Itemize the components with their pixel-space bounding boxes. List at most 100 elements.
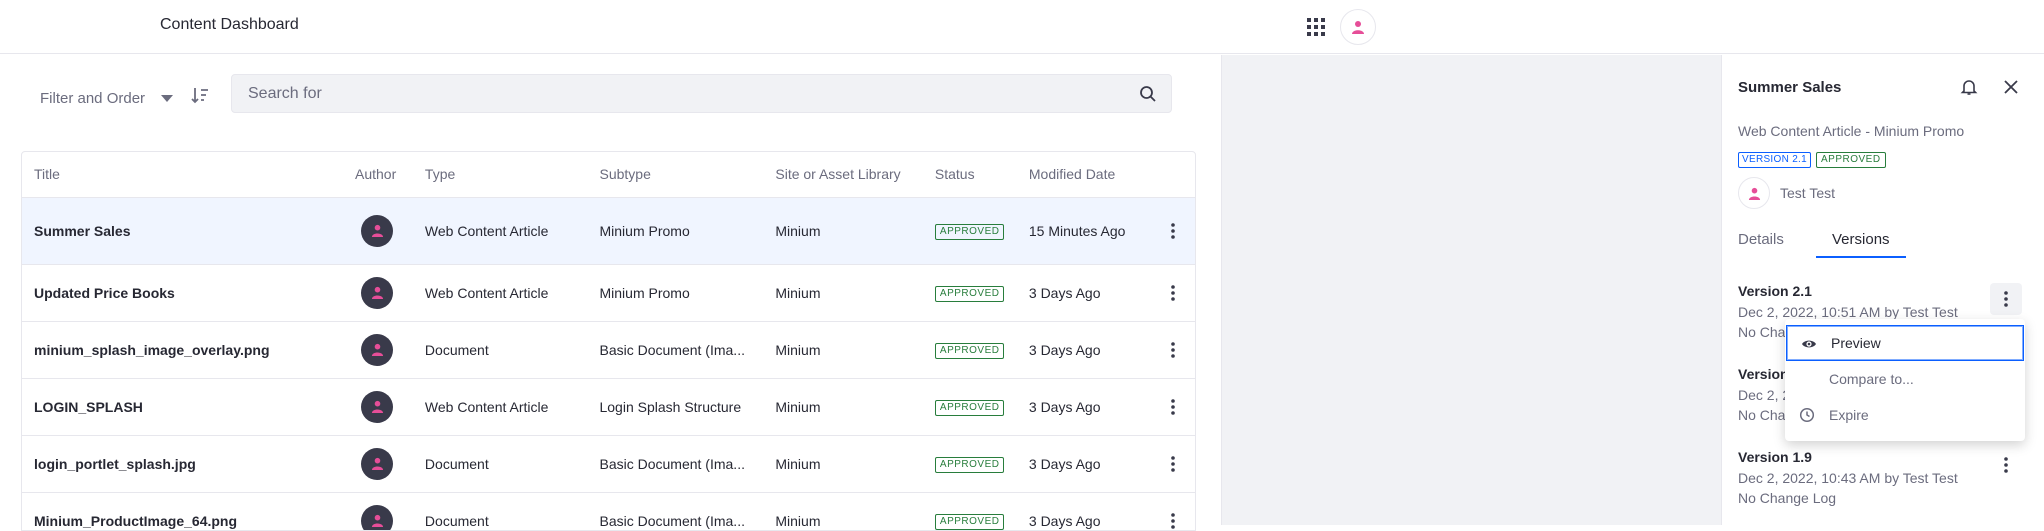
row-subtype: Minium Promo: [587, 197, 763, 264]
row-subtype: Login Splash Structure: [587, 378, 763, 435]
row-actions-button[interactable]: [1163, 509, 1183, 531]
user-icon: [371, 457, 384, 470]
row-site: Minium: [763, 378, 923, 435]
column-header-actions: [1151, 152, 1195, 197]
user-icon: [371, 286, 384, 299]
version-actions-button[interactable]: [1990, 283, 2022, 315]
row-author: [343, 197, 413, 264]
row-title[interactable]: LOGIN_SPLASH: [22, 378, 343, 435]
row-type: Web Content Article: [413, 378, 588, 435]
status-badge: APPROVED: [935, 224, 1005, 240]
row-actions-button[interactable]: [1163, 219, 1183, 243]
panel-subtitle: Web Content Article - Minium Promo: [1738, 123, 1964, 139]
row-modified-date: 15 Minutes Ago: [1017, 197, 1151, 264]
row-actions: [1151, 321, 1195, 378]
row-author: [343, 435, 413, 492]
kebab-icon: [1171, 342, 1175, 358]
content-main: Filter and Order Title Author Type Subty…: [0, 55, 1221, 525]
table-row[interactable]: Minium_ProductImage_64.png DocumentBasic …: [22, 492, 1195, 531]
avatar: [361, 277, 393, 309]
apps-grid-icon[interactable]: [1306, 17, 1326, 37]
empty-area: [1221, 55, 1721, 525]
page-title: Content Dashboard: [160, 16, 299, 34]
user-icon: [1748, 187, 1761, 200]
user-icon: [371, 400, 384, 413]
kebab-icon: [2004, 457, 2008, 473]
row-title[interactable]: login_portlet_splash.jpg: [22, 435, 343, 492]
user-icon: [371, 224, 384, 237]
user-icon: [371, 514, 384, 527]
version-name: Version 1.9: [1738, 449, 1958, 465]
sort-order-icon[interactable]: [190, 85, 212, 107]
avatar: [361, 215, 393, 247]
top-header: Content Dashboard: [0, 0, 2044, 54]
row-author: [343, 492, 413, 531]
status-badge: APPROVED: [935, 286, 1005, 302]
avatar: [361, 334, 393, 366]
column-header-subtype[interactable]: Subtype: [587, 152, 763, 197]
kebab-icon: [1171, 456, 1175, 472]
row-modified-date: 3 Days Ago: [1017, 378, 1151, 435]
row-status: APPROVED: [923, 435, 1017, 492]
search-input[interactable]: [232, 75, 1171, 112]
user-avatar[interactable]: [1340, 9, 1376, 45]
row-author: [343, 378, 413, 435]
kebab-icon: [1171, 223, 1175, 239]
column-header-title[interactable]: Title: [22, 152, 343, 197]
table-row[interactable]: Summer SalesWeb Content ArticleMinium Pr…: [22, 197, 1195, 264]
menu-item-preview[interactable]: Preview: [1786, 325, 2024, 361]
column-header-site[interactable]: Site or Asset Library: [763, 152, 923, 197]
row-site: Minium: [763, 264, 923, 321]
tab-details[interactable]: Details: [1738, 231, 1784, 248]
avatar: [361, 448, 393, 480]
row-title[interactable]: minium_splash_image_overlay.png: [22, 321, 343, 378]
version-actions-menu: Preview Compare to... Expire: [1785, 319, 2025, 441]
column-header-type[interactable]: Type: [413, 152, 588, 197]
search-icon[interactable]: [1139, 85, 1157, 103]
version-actions-button[interactable]: [1990, 449, 2022, 481]
column-header-author[interactable]: Author: [343, 152, 413, 197]
row-actions: [1151, 492, 1195, 531]
avatar: [361, 391, 393, 423]
menu-item-label: Expire: [1829, 407, 1869, 423]
bell-icon[interactable]: [1960, 78, 1978, 96]
row-actions: [1151, 197, 1195, 264]
row-title[interactable]: Updated Price Books: [22, 264, 343, 321]
version-name: Version 2.1: [1738, 283, 1958, 299]
menu-item-compare[interactable]: Compare to...: [1785, 361, 2025, 397]
row-title[interactable]: Minium_ProductImage_64.png: [22, 492, 343, 531]
menu-item-label: Preview: [1831, 335, 1881, 351]
panel-tabs: Details Versions: [1738, 231, 2028, 257]
panel-title: Summer Sales: [1738, 79, 1841, 96]
row-actions-button[interactable]: [1163, 395, 1183, 419]
column-header-status[interactable]: Status: [923, 152, 1017, 197]
kebab-icon: [1171, 513, 1175, 529]
user-icon: [371, 343, 384, 356]
table-row[interactable]: login_portlet_splash.jpgDocumentBasic Do…: [22, 435, 1195, 492]
kebab-icon: [2004, 291, 2008, 307]
row-actions-button[interactable]: [1163, 452, 1183, 476]
row-status: APPROVED: [923, 264, 1017, 321]
close-icon[interactable]: [2002, 78, 2020, 96]
row-subtype: Basic Document (Ima...: [587, 321, 763, 378]
row-modified-date: 3 Days Ago: [1017, 435, 1151, 492]
row-author: [343, 321, 413, 378]
active-tab-indicator: [1816, 256, 1906, 258]
caret-down-icon: [161, 95, 173, 102]
table-row[interactable]: minium_splash_image_overlay.pngDocumentB…: [22, 321, 1195, 378]
row-actions-button[interactable]: [1163, 338, 1183, 362]
status-badge: APPROVED: [935, 457, 1005, 473]
menu-item-expire[interactable]: Expire: [1785, 397, 2025, 433]
row-actions-button[interactable]: [1163, 281, 1183, 305]
row-modified-date: 3 Days Ago: [1017, 321, 1151, 378]
status-badge: APPROVED: [935, 400, 1005, 416]
column-header-modified-date[interactable]: Modified Date: [1017, 152, 1151, 197]
row-type: Document: [413, 492, 588, 531]
table-row[interactable]: LOGIN_SPLASH Web Content ArticleLogin Spl…: [22, 378, 1195, 435]
table-row[interactable]: Updated Price BooksWeb Content ArticleMi…: [22, 264, 1195, 321]
tab-versions[interactable]: Versions: [1832, 231, 1890, 248]
row-subtype: Basic Document (Ima...: [587, 492, 763, 531]
filter-and-order-button[interactable]: Filter and Order: [40, 81, 173, 115]
version-badge: VERSION 2.1: [1738, 152, 1811, 168]
row-title[interactable]: Summer Sales: [22, 197, 343, 264]
